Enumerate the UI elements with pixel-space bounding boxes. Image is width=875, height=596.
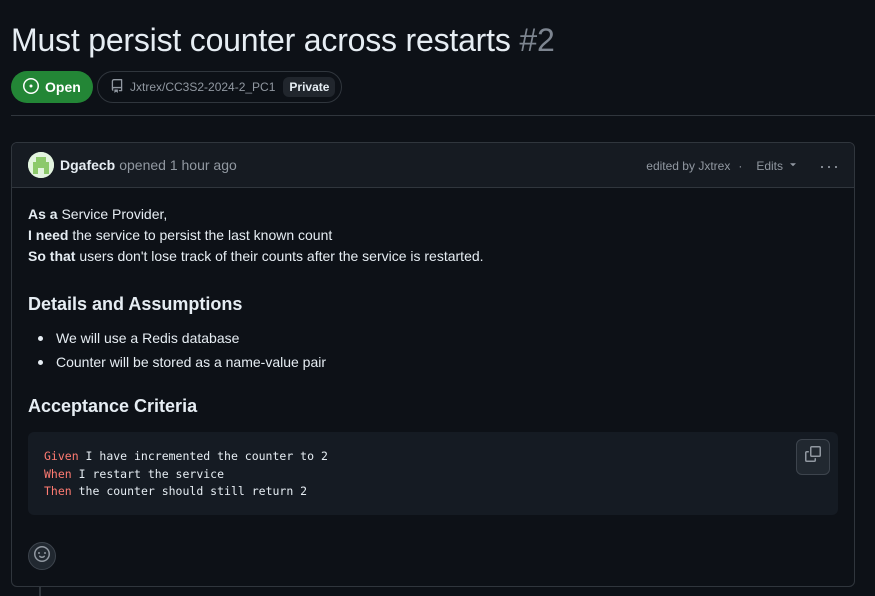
add-reaction-button[interactable] (28, 542, 56, 570)
edited-by-text: edited by Jxtrex (646, 158, 731, 173)
issue-number: #2 (519, 22, 555, 58)
code-line: When I restart the service (44, 466, 225, 481)
comment-opened-time[interactable]: opened 1 hour ago (119, 157, 237, 173)
issue-state-badge: Open (11, 71, 93, 103)
comment-body: As a Service Provider, I need the servic… (12, 188, 854, 515)
issue-title-text: Must persist counter across restarts (11, 22, 511, 58)
details-heading: Details and Assumptions (28, 294, 243, 314)
list-item: Counter will be stored as a name-value p… (38, 352, 838, 372)
edits-dropdown[interactable]: Edits (756, 158, 799, 173)
kebab-horizontal-icon[interactable]: ··· (819, 157, 840, 175)
issue-comment: Dgafecb opened 1 hour ago edited by Jxtr… (11, 142, 855, 587)
copy-icon (805, 446, 821, 468)
user-story-line: As a Service Provider, (28, 206, 168, 222)
comment-header-actions: edited by Jxtrex · Edits ··· (646, 143, 840, 188)
separator-dot: · (738, 158, 743, 173)
copy-button[interactable] (796, 439, 830, 475)
issue-title: Must persist counter across restarts #2 (11, 22, 555, 59)
code-line: Given I have incremented the counter to … (44, 449, 328, 463)
code-block: Given I have incremented the counter to … (28, 432, 838, 515)
timeline-connector (39, 586, 41, 596)
details-list: We will use a Redis database Counter wil… (28, 328, 838, 372)
issue-state-label: Open (45, 79, 81, 95)
repo-icon (110, 78, 124, 96)
code-line: Then the counter should still return 2 (44, 484, 308, 498)
user-story-line: So that users don't lose track of their … (28, 248, 484, 264)
repo-name: Jxtrex/CC3S2-2024-2_PC1 (130, 80, 276, 94)
triangle-down-icon (787, 158, 799, 173)
comment-header: Dgafecb opened 1 hour ago edited by Jxtr… (12, 143, 854, 188)
repo-link[interactable]: Jxtrex/CC3S2-2024-2_PC1 Private (97, 71, 343, 103)
user-story-line: I need the service to persist the last k… (28, 227, 333, 243)
avatar[interactable] (28, 152, 54, 178)
issue-opened-icon (23, 77, 39, 97)
edits-label: Edits (756, 158, 784, 173)
acceptance-criteria-heading: Acceptance Criteria (28, 396, 198, 416)
list-item: We will use a Redis database (38, 328, 838, 348)
private-badge: Private (283, 77, 336, 97)
smiley-icon (34, 545, 50, 567)
header-divider (11, 115, 875, 116)
comment-author[interactable]: Dgafecb (60, 157, 115, 173)
